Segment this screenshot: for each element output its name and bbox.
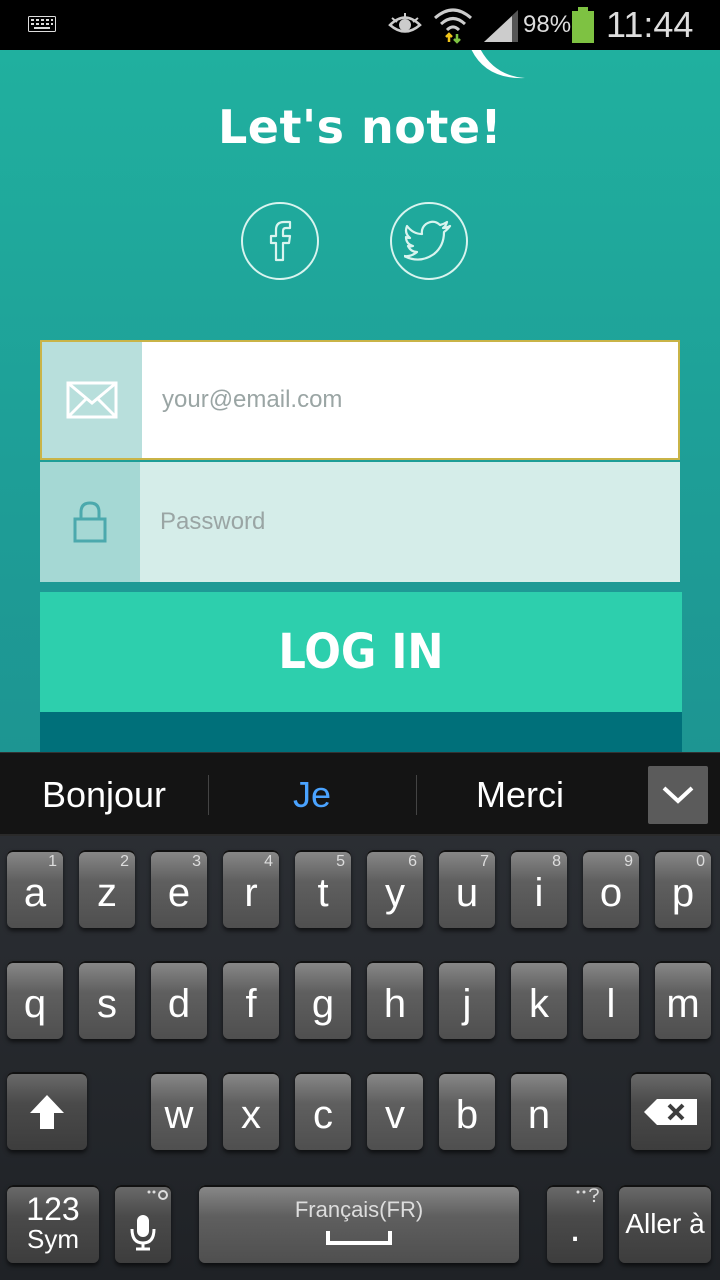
keyboard-language-label: Français(FR) xyxy=(294,1197,424,1222)
secondary-button-strip[interactable] xyxy=(40,712,682,752)
keyboard-suggestion-bar: Bonjour Je Merci xyxy=(0,752,720,836)
key-d[interactable]: d xyxy=(151,961,207,1039)
key-q[interactable]: q xyxy=(7,961,63,1039)
suggestion-item[interactable]: Merci xyxy=(416,753,624,837)
key-g[interactable]: g xyxy=(295,961,351,1039)
battery-icon xyxy=(572,7,594,43)
key-x[interactable]: x xyxy=(223,1072,279,1150)
space-key[interactable]: Français(FR) xyxy=(199,1185,519,1263)
key-z[interactable]: z2 xyxy=(79,850,135,928)
shift-arrow-icon xyxy=(30,1095,64,1129)
key-l[interactable]: l xyxy=(583,961,639,1039)
key-o[interactable]: o9 xyxy=(583,850,639,928)
key-a[interactable]: a1 xyxy=(7,850,63,928)
settings-gear-icon xyxy=(147,1190,168,1200)
wifi-icon xyxy=(434,8,472,44)
password-input[interactable] xyxy=(140,462,680,582)
facebook-icon xyxy=(269,220,292,262)
facebook-login-button[interactable] xyxy=(241,202,319,280)
soft-keyboard: a1 z2 e3 r4 t5 y6 u7 i8 o9 p0 q s d f g … xyxy=(0,836,720,1280)
key-r[interactable]: r4 xyxy=(223,850,279,928)
voice-input-key[interactable] xyxy=(115,1185,171,1263)
key-u[interactable]: u7 xyxy=(439,850,495,928)
key-k[interactable]: k xyxy=(511,961,567,1039)
email-field[interactable] xyxy=(40,340,680,460)
keyboard-notification-icon xyxy=(28,16,56,32)
key-i[interactable]: i8 xyxy=(511,850,567,928)
app-title: Let's note! xyxy=(218,100,502,154)
backspace-icon xyxy=(644,1099,697,1125)
login-button[interactable]: LOG IN xyxy=(40,592,682,712)
period-key[interactable]: . xyxy=(547,1185,603,1263)
battery-percent: 98% xyxy=(523,11,572,38)
key-j[interactable]: j xyxy=(439,961,495,1039)
twitter-icon xyxy=(404,220,452,261)
signal-strength-icon xyxy=(484,10,518,42)
twitter-login-button[interactable] xyxy=(390,202,468,280)
key-f[interactable]: f xyxy=(223,961,279,1039)
collapse-suggestions-button[interactable] xyxy=(648,766,708,824)
key-p[interactable]: p0 xyxy=(655,850,711,928)
key-n[interactable]: n xyxy=(511,1072,567,1150)
email-input[interactable] xyxy=(142,342,678,458)
backspace-key[interactable] xyxy=(631,1072,711,1150)
shift-key[interactable] xyxy=(7,1072,87,1150)
space-bar-icon xyxy=(326,1231,392,1245)
moon-decoration-icon xyxy=(471,50,525,79)
key-s[interactable]: s xyxy=(79,961,135,1039)
symbols-key[interactable]: 123 Sym xyxy=(7,1185,99,1263)
key-w[interactable]: w xyxy=(151,1072,207,1150)
key-b[interactable]: b xyxy=(439,1072,495,1150)
lock-icon xyxy=(73,501,107,543)
key-t[interactable]: t5 xyxy=(295,850,351,928)
suggestion-item[interactable]: Bonjour xyxy=(0,753,208,837)
chevron-down-icon xyxy=(662,786,694,804)
key-y[interactable]: y6 xyxy=(367,850,423,928)
key-v[interactable]: v xyxy=(367,1072,423,1150)
microphone-icon xyxy=(130,1215,156,1251)
key-e[interactable]: e3 xyxy=(151,850,207,928)
clock: 11:44 xyxy=(606,4,694,45)
go-key[interactable]: Aller à xyxy=(619,1185,711,1263)
envelope-icon xyxy=(66,381,118,419)
password-field[interactable] xyxy=(40,462,680,582)
suggestion-item-selected[interactable]: Je xyxy=(208,753,416,837)
key-h[interactable]: h xyxy=(367,961,423,1039)
smart-stay-eye-icon xyxy=(388,13,422,33)
punctuation-hint-icon xyxy=(576,1188,599,1203)
app-screen: Let's note! LOG IN xyxy=(0,50,720,752)
key-m[interactable]: m xyxy=(655,961,711,1039)
password-icon-box xyxy=(40,462,140,582)
status-bar: 98% 11:44 xyxy=(0,0,720,50)
key-c[interactable]: c xyxy=(295,1072,351,1150)
email-icon-box xyxy=(42,342,142,458)
